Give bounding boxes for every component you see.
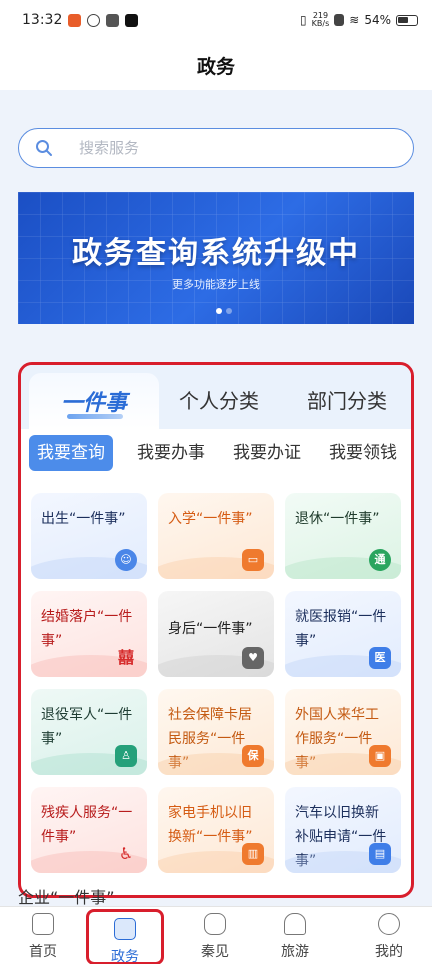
sync-icon xyxy=(87,13,101,27)
car-icon: ▤ xyxy=(369,843,391,865)
tile-label: 身后“一件事” xyxy=(168,621,253,637)
sub-tab-handle-affairs[interactable]: 我要办事 xyxy=(133,435,209,471)
banner-subtitle: 更多功能逐步上线 xyxy=(172,278,260,291)
net-speed-unit: KB/s xyxy=(311,19,330,28)
banner-dot-active xyxy=(216,308,222,314)
nav-mine[interactable]: 我的 xyxy=(354,907,424,964)
tile-social-security-card[interactable]: 社会保障卡居民服务“一件事” 保 xyxy=(158,689,274,775)
wheelchair-icon: ♿ xyxy=(118,844,134,863)
nav-travel[interactable]: 旅游 xyxy=(260,907,330,964)
promo-banner[interactable]: 政务查询系统升级中 更多功能逐步上线 xyxy=(18,192,414,324)
tile-birth[interactable]: 出生“一件事” ☺ xyxy=(31,493,147,579)
nav-government-label: 政务 xyxy=(111,949,139,964)
home-icon xyxy=(32,913,54,935)
net-speed: 219 KB/s xyxy=(312,12,330,28)
category-tabs: 一件事 个人分类 部门分类 xyxy=(21,365,411,429)
nav-home-label: 首页 xyxy=(29,944,57,960)
double-happiness-icon: 囍 xyxy=(117,648,134,667)
tile-label: 退役军人“一件事” xyxy=(41,707,133,747)
tile-veterans[interactable]: 退役军人“一件事” ♙ xyxy=(31,689,147,775)
list-item-peek: 企业“一件事” xyxy=(18,888,115,907)
sub-tab-collect-money[interactable]: 我要领钱 xyxy=(325,435,401,471)
banner-dot xyxy=(226,308,232,314)
vibrate-icon: ▯ xyxy=(300,13,307,27)
page-title: 政务 xyxy=(196,55,235,78)
insurance-icon: 保 xyxy=(242,745,264,767)
tile-appliance-tradein[interactable]: 家电手机以旧换新“一件事” ▥ xyxy=(158,787,274,873)
tile-label: 结婚落户“一件事” xyxy=(41,609,133,649)
backpack-icon: ▭ xyxy=(242,549,264,571)
medical-shield-icon: 医 xyxy=(369,647,391,669)
battery-icon xyxy=(396,14,418,26)
tile-school-entry[interactable]: 入学“一件事” ▭ xyxy=(158,493,274,579)
services-card: 一件事 个人分类 部门分类 我要查询 我要办事 我要办证 我要领钱 出生“一件事… xyxy=(18,362,414,898)
nav-government[interactable]: 政务 xyxy=(86,909,164,964)
tile-label: 就医报销“一件事” xyxy=(295,609,387,649)
sub-tab-query[interactable]: 我要查询 xyxy=(29,435,113,471)
baby-icon: ☺ xyxy=(115,549,137,571)
tile-label: 出生“一件事” xyxy=(41,511,126,527)
status-time: 13:32 xyxy=(22,12,63,28)
profile-icon xyxy=(378,913,400,935)
status-bar: 13:32 ▯ 219 KB/s ≋ 54% xyxy=(0,0,432,40)
nav-home[interactable]: 首页 xyxy=(8,907,78,964)
tile-disabled-services[interactable]: 残疾人服务“一件事” ♿ xyxy=(31,787,147,873)
wave-decoration xyxy=(67,414,123,419)
bookmark-icon xyxy=(114,918,136,940)
nav-qinjian-label: 秦见 xyxy=(201,944,229,960)
sub-tabs: 我要查询 我要办事 我要办证 我要领钱 xyxy=(21,435,411,475)
sim-off-icon xyxy=(334,14,345,26)
page-header: 政务 xyxy=(0,40,432,90)
tile-after-death[interactable]: 身后“一件事” ♥ xyxy=(158,591,274,677)
wifi-icon: ≋ xyxy=(349,13,360,27)
search-input[interactable] xyxy=(79,139,379,157)
battery-percent: 54% xyxy=(364,13,391,27)
tile-car-tradein[interactable]: 汽车以旧换新补贴申请“一件事” ▤ xyxy=(285,787,401,873)
tab-department-category[interactable]: 部门分类 xyxy=(307,385,387,414)
search-bar[interactable] xyxy=(18,128,414,168)
nav-qinjian[interactable]: 秦见 xyxy=(180,907,250,964)
app-notification-icon xyxy=(68,13,82,27)
tile-label: 退休“一件事” xyxy=(295,511,380,527)
nav-mine-label: 我的 xyxy=(375,944,403,960)
tab-personal-category[interactable]: 个人分类 xyxy=(179,385,259,414)
tab-one-thing[interactable]: 一件事 xyxy=(29,373,159,429)
medal-icon: 通 xyxy=(369,549,391,571)
banner-title: 政务查询系统升级中 xyxy=(72,236,360,271)
fridge-icon: ▥ xyxy=(242,843,264,865)
search-icon xyxy=(36,140,52,156)
sub-tab-certificates[interactable]: 我要办证 xyxy=(229,435,305,471)
tile-foreigner-work[interactable]: 外国人来华工作服务“一件事” ▣ xyxy=(285,689,401,775)
tile-medical-reimbursement[interactable]: 就医报销“一件事” 医 xyxy=(285,591,401,677)
tile-label: 家电手机以旧换新“一件事” xyxy=(168,805,253,845)
bottom-nav: 首页 政务 秦见 旅游 我的 xyxy=(0,906,432,964)
id-card-icon: ▣ xyxy=(369,745,391,767)
tile-label: 残疾人服务“一件事” xyxy=(41,805,133,845)
nav-travel-label: 旅游 xyxy=(281,944,309,960)
banner-pagination xyxy=(216,308,232,314)
chat-bubble-icon xyxy=(204,913,226,935)
tile-marriage-registration[interactable]: 结婚落户“一件事” 囍 xyxy=(31,591,147,677)
tile-label: 入学“一件事” xyxy=(168,511,253,527)
broken-heart-icon: ♥ xyxy=(242,647,264,669)
tab-one-thing-label: 一件事 xyxy=(60,391,127,416)
soldier-icon: ♙ xyxy=(115,745,137,767)
mountain-icon xyxy=(284,913,306,935)
crown-icon xyxy=(106,13,120,27)
tiktok-icon xyxy=(125,13,139,27)
tile-retirement[interactable]: 退休“一件事” 通 xyxy=(285,493,401,579)
